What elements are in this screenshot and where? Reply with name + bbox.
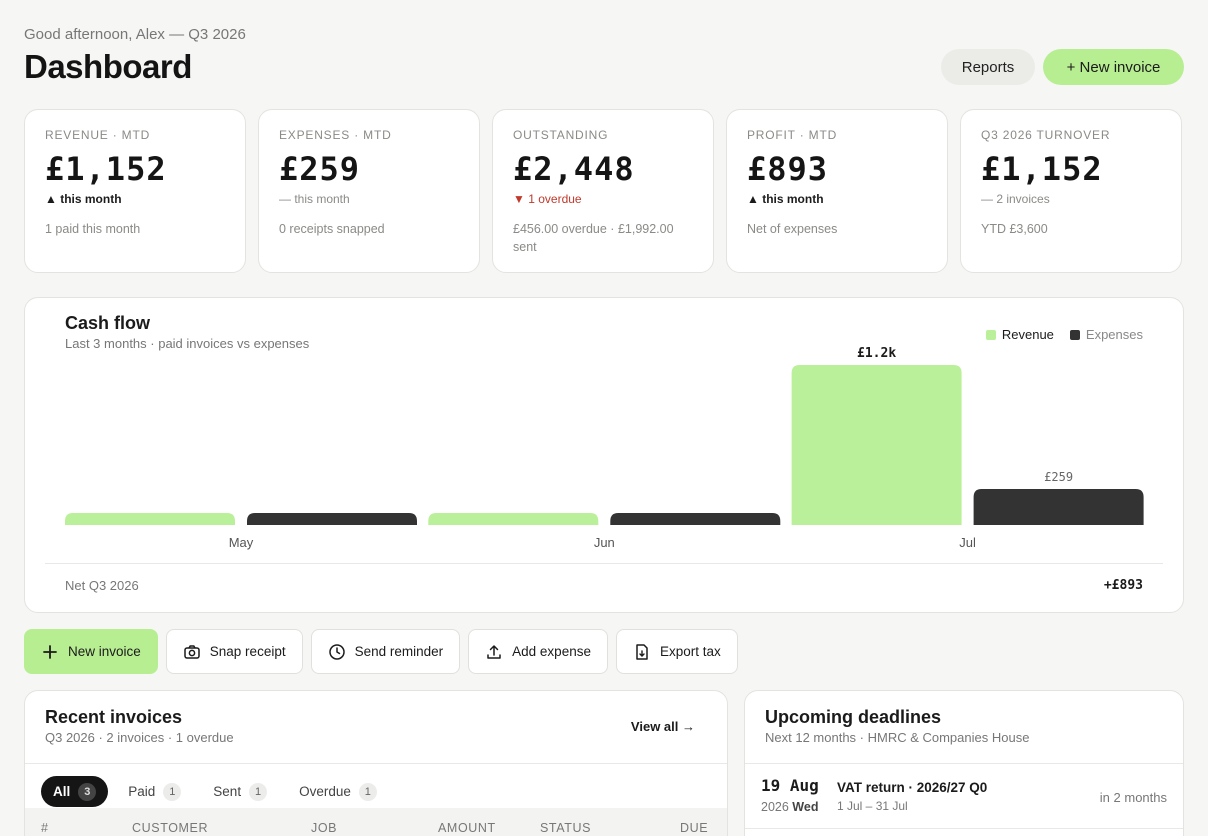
new-invoice-button[interactable]: + New invoice bbox=[1043, 49, 1184, 85]
kpi-card[interactable]: REVENUE · MTD £1,152 ▲ this month 1 paid th… bbox=[24, 109, 246, 273]
divider bbox=[25, 763, 727, 764]
kpi-card[interactable]: Q3 2026 TURNOVER £1,152 — 2 invoices YTD £3… bbox=[960, 109, 1182, 273]
x-tick-label: Jul bbox=[959, 535, 976, 550]
filter-tab-paid[interactable]: Paid 1 bbox=[116, 776, 193, 807]
action-snap-receipt-button[interactable]: Snap receipt bbox=[165, 629, 303, 674]
column-header: STATUS bbox=[540, 821, 592, 835]
x-tick-label: Jun bbox=[594, 535, 615, 550]
deadline-year-day: 2026 Wed bbox=[761, 800, 818, 814]
cashflow-chart: May Jun £1.2k £259 Jul bbox=[65, 346, 1144, 550]
column-header: DUE bbox=[680, 821, 709, 835]
x-tick-label: May bbox=[229, 535, 254, 550]
filter-label: Sent bbox=[213, 784, 242, 799]
filter-tab-all[interactable]: All 3 bbox=[41, 776, 109, 807]
filter-count-badge: 1 bbox=[358, 782, 377, 801]
kpi-note: 1 paid this month bbox=[45, 222, 141, 236]
filter-label: Paid bbox=[128, 784, 156, 799]
recent-invoices-title: Recent invoices bbox=[45, 707, 183, 727]
column-header: CUSTOMER bbox=[132, 821, 209, 835]
greeting: Good afternoon, Alex — Q3 2026 bbox=[24, 26, 246, 43]
page-title: Dashboard bbox=[24, 48, 192, 85]
net-value: +£893 bbox=[1103, 578, 1143, 593]
kpi-label: Q3 2026 TURNOVER bbox=[981, 128, 1111, 142]
kpi-value: £1,152 bbox=[981, 150, 1103, 188]
bar-expenses-may[interactable] bbox=[247, 513, 417, 525]
kpi-card[interactable]: EXPENSES · MTD £259 — this month 0 receipts… bbox=[258, 109, 480, 273]
kpi-note: 0 receipts snapped bbox=[279, 222, 385, 236]
action-label: Send reminder bbox=[354, 644, 444, 659]
action-label: Add expense bbox=[512, 644, 591, 659]
kpi-trend: ▲ this month bbox=[747, 192, 824, 206]
filter-label: All bbox=[53, 784, 71, 799]
view-all-link[interactable]: View all → bbox=[631, 719, 695, 734]
deadlines-title: Upcoming deadlines bbox=[765, 707, 942, 727]
action-export-tax-button[interactable]: Export tax bbox=[615, 629, 738, 674]
plus-icon bbox=[43, 644, 57, 659]
camera-icon bbox=[184, 644, 200, 659]
filter-count-badge: 3 bbox=[78, 782, 97, 801]
action-label: New invoice bbox=[68, 644, 141, 659]
bar-revenue-jul[interactable] bbox=[791, 365, 962, 525]
kpi-trend: — this month bbox=[279, 192, 350, 206]
kpi-value: £259 bbox=[279, 150, 361, 188]
kpi-card[interactable]: PROFIT · MTD £893 ▲ this month Net of expen… bbox=[726, 109, 948, 273]
action-label: Export tax bbox=[659, 644, 721, 659]
deadline-row[interactable]: 19 Aug 2026 Wed VAT return · 2026/27 Q0 … bbox=[745, 764, 1183, 829]
quick-actions: New invoice Snap receipt Send reminder Add … bbox=[24, 629, 738, 674]
filter-tab-overdue[interactable]: Overdue 1 bbox=[287, 776, 389, 807]
kpi-card[interactable]: OUTSTANDING £2,448 ▼ 1 overdue £456.00 over… bbox=[492, 109, 714, 273]
deadlines-subtitle: Next 12 months · HMRC & Companies House bbox=[765, 730, 1030, 745]
action-send-reminder-button[interactable]: Send reminder bbox=[310, 629, 461, 674]
deadline-date: 19 Aug bbox=[761, 776, 819, 795]
recent-invoices-card: Recent invoices Q3 2026 · 2 invoices · 1… bbox=[24, 690, 728, 836]
kpi-note: £456.00 overdue · £1,992.00 sent bbox=[513, 222, 674, 254]
kpi-value: £2,448 bbox=[513, 150, 635, 188]
kpi-trend: — 2 invoices bbox=[981, 192, 1050, 206]
kpi-label: REVENUE · MTD bbox=[45, 128, 151, 142]
filter-count-badge: 1 bbox=[163, 782, 182, 801]
filter-label: Overdue bbox=[299, 784, 351, 799]
kpi-trend: ▼ 1 overdue bbox=[513, 192, 582, 206]
reports-button[interactable]: Reports bbox=[941, 49, 1035, 85]
bar-revenue-jun[interactable] bbox=[428, 513, 599, 525]
action-new-invoice-button[interactable]: New invoice bbox=[24, 629, 158, 674]
column-header: AMOUNT bbox=[438, 821, 496, 835]
kpi-trend: ▲ this month bbox=[45, 192, 122, 206]
deadline-due: in 2 months bbox=[1099, 790, 1167, 805]
deadline-year: 2026 bbox=[761, 800, 789, 814]
kpi-note: Net of expenses bbox=[747, 222, 838, 236]
kpi-label: OUTSTANDING bbox=[513, 128, 609, 142]
bar-expenses-jun[interactable] bbox=[610, 513, 781, 525]
column-header: # bbox=[41, 821, 49, 835]
kpi-label: EXPENSES · MTD bbox=[279, 128, 392, 142]
data-label-revenue-jul: £1.2k bbox=[857, 346, 896, 361]
upload-icon bbox=[487, 644, 501, 659]
divider bbox=[45, 563, 1163, 564]
data-label-expenses-jul: £259 bbox=[1044, 470, 1073, 484]
bar-revenue-may[interactable] bbox=[65, 513, 235, 525]
deadline-period: 1 Jul – 31 Jul bbox=[837, 799, 908, 813]
invoice-filter-tabs: All 3 Paid 1 Sent 1 Overdue 1 bbox=[41, 776, 389, 807]
kpi-note: YTD £3,600 bbox=[981, 222, 1048, 236]
deadline-name: VAT return · 2026/27 Q0 bbox=[837, 780, 988, 795]
action-label: Snap receipt bbox=[209, 644, 286, 659]
filter-tab-sent[interactable]: Sent 1 bbox=[201, 776, 279, 807]
kpi-value: £893 bbox=[747, 150, 829, 188]
net-label: Net Q3 2026 bbox=[65, 578, 139, 593]
file-export-icon bbox=[636, 643, 648, 660]
kpi-label: PROFIT · MTD bbox=[747, 128, 838, 142]
bar-expenses-jul[interactable] bbox=[973, 489, 1144, 525]
recent-invoices-subtitle: Q3 2026 · 2 invoices · 1 overdue bbox=[45, 730, 234, 745]
kpi-value: £1,152 bbox=[45, 150, 167, 188]
clock-icon bbox=[328, 643, 345, 660]
deadlines-card: Upcoming deadlines Next 12 months · HMRC… bbox=[744, 690, 1184, 836]
column-header: JOB bbox=[311, 821, 338, 835]
cashflow-card: Cash flow Last 3 months · paid invoices … bbox=[24, 297, 1184, 613]
filter-count-badge: 1 bbox=[249, 782, 268, 801]
action-add-expense-button[interactable]: Add expense bbox=[468, 629, 608, 674]
deadline-weekday: Wed bbox=[792, 800, 819, 814]
kpi-cards: REVENUE · MTD £1,152 ▲ this month 1 paid th… bbox=[24, 109, 1182, 273]
invoice-table-header: # CUSTOMER JOB AMOUNT STATUS DUE bbox=[25, 808, 727, 836]
